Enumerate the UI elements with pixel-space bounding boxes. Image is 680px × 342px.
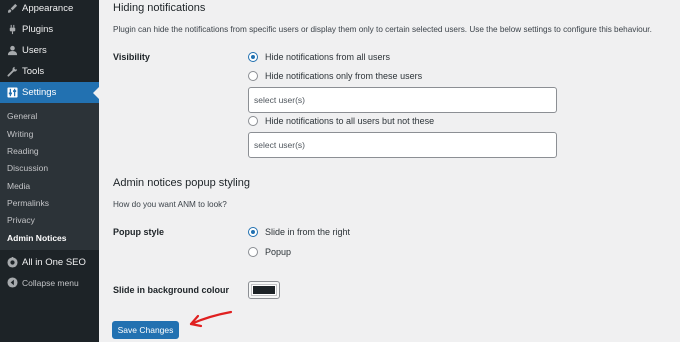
popup-style-label: Popup style [113, 227, 165, 237]
sidebar-item-label: Plugins [22, 24, 54, 35]
save-changes-button[interactable]: Save Changes [112, 321, 179, 339]
user-select-field-2[interactable]: select user(s) [248, 132, 557, 158]
radio-button[interactable] [248, 227, 258, 237]
sidebar-item-label: Settings [22, 87, 57, 98]
sidebar-item-tools[interactable]: Tools [0, 61, 99, 82]
visibility-option-all[interactable]: Hide notifications from all users [248, 52, 390, 62]
radio-button[interactable] [248, 52, 258, 62]
radio-button[interactable] [248, 71, 258, 81]
visibility-option-only-these[interactable]: Hide notifications only from these users [248, 71, 422, 81]
collapse-icon [6, 277, 18, 289]
settings-main: Hiding notifications Plugin can hide the… [99, 0, 680, 342]
popup-description: How do you want ANM to look? [113, 200, 227, 209]
sidebar-item-plugins[interactable]: Plugins [0, 19, 99, 40]
visibility-option-all-but[interactable]: Hide notifications to all users but not … [248, 116, 434, 126]
sidebar-item-label: Appearance [22, 3, 74, 14]
submenu-item-media[interactable]: Media [7, 181, 30, 191]
hiding-section-title: Hiding notifications [113, 2, 206, 14]
collapse-menu-button[interactable]: Collapse menu [0, 272, 99, 293]
submenu-item-general[interactable]: General [7, 111, 37, 121]
sidebar-item-label: Users [22, 45, 47, 56]
wrench-icon [6, 66, 18, 78]
sidebar-item-aioseo[interactable]: All in One SEO [0, 252, 99, 273]
collapse-menu-label: Collapse menu [22, 277, 79, 288]
settings-icon [6, 87, 18, 99]
color-swatch [251, 284, 277, 296]
submenu-item-writing[interactable]: Writing [7, 129, 33, 139]
sidebar-item-label: Tools [22, 66, 45, 77]
submenu-item-admin-notices[interactable]: Admin Notices [7, 233, 67, 243]
visibility-label: Visibility [113, 52, 150, 62]
aioseo-icon [6, 257, 18, 269]
plug-icon [6, 24, 18, 36]
submenu-item-permalinks[interactable]: Permalinks [7, 198, 49, 208]
radio-button[interactable] [248, 247, 258, 257]
radio-button[interactable] [248, 116, 258, 126]
hiding-description: Plugin can hide the notifications from s… [113, 25, 652, 34]
user-icon [6, 45, 18, 57]
popup-option-popup[interactable]: Popup [248, 247, 291, 257]
color-picker-button[interactable] [248, 281, 280, 299]
admin-sidebar: Appearance Plugins Users Tools Settings … [0, 0, 99, 342]
sidebar-item-label: All in One SEO [22, 257, 86, 268]
submenu-item-discussion[interactable]: Discussion [7, 163, 48, 173]
bg-colour-label: Slide in background colour [113, 285, 230, 295]
popup-section-title: Admin notices popup styling [113, 177, 250, 189]
sidebar-item-settings[interactable]: Settings [0, 82, 99, 103]
popup-option-slide[interactable]: Slide in from the right [248, 227, 350, 237]
sidebar-item-users[interactable]: Users [0, 40, 99, 61]
user-select-field-1[interactable]: select user(s) [248, 87, 557, 113]
sidebar-item-appearance[interactable]: Appearance [0, 0, 99, 19]
submenu-item-reading[interactable]: Reading [7, 146, 39, 156]
settings-submenu: General Writing Reading Discussion Media… [0, 103, 99, 250]
submenu-item-privacy[interactable]: Privacy [7, 215, 35, 225]
paintbrush-icon [6, 3, 18, 15]
